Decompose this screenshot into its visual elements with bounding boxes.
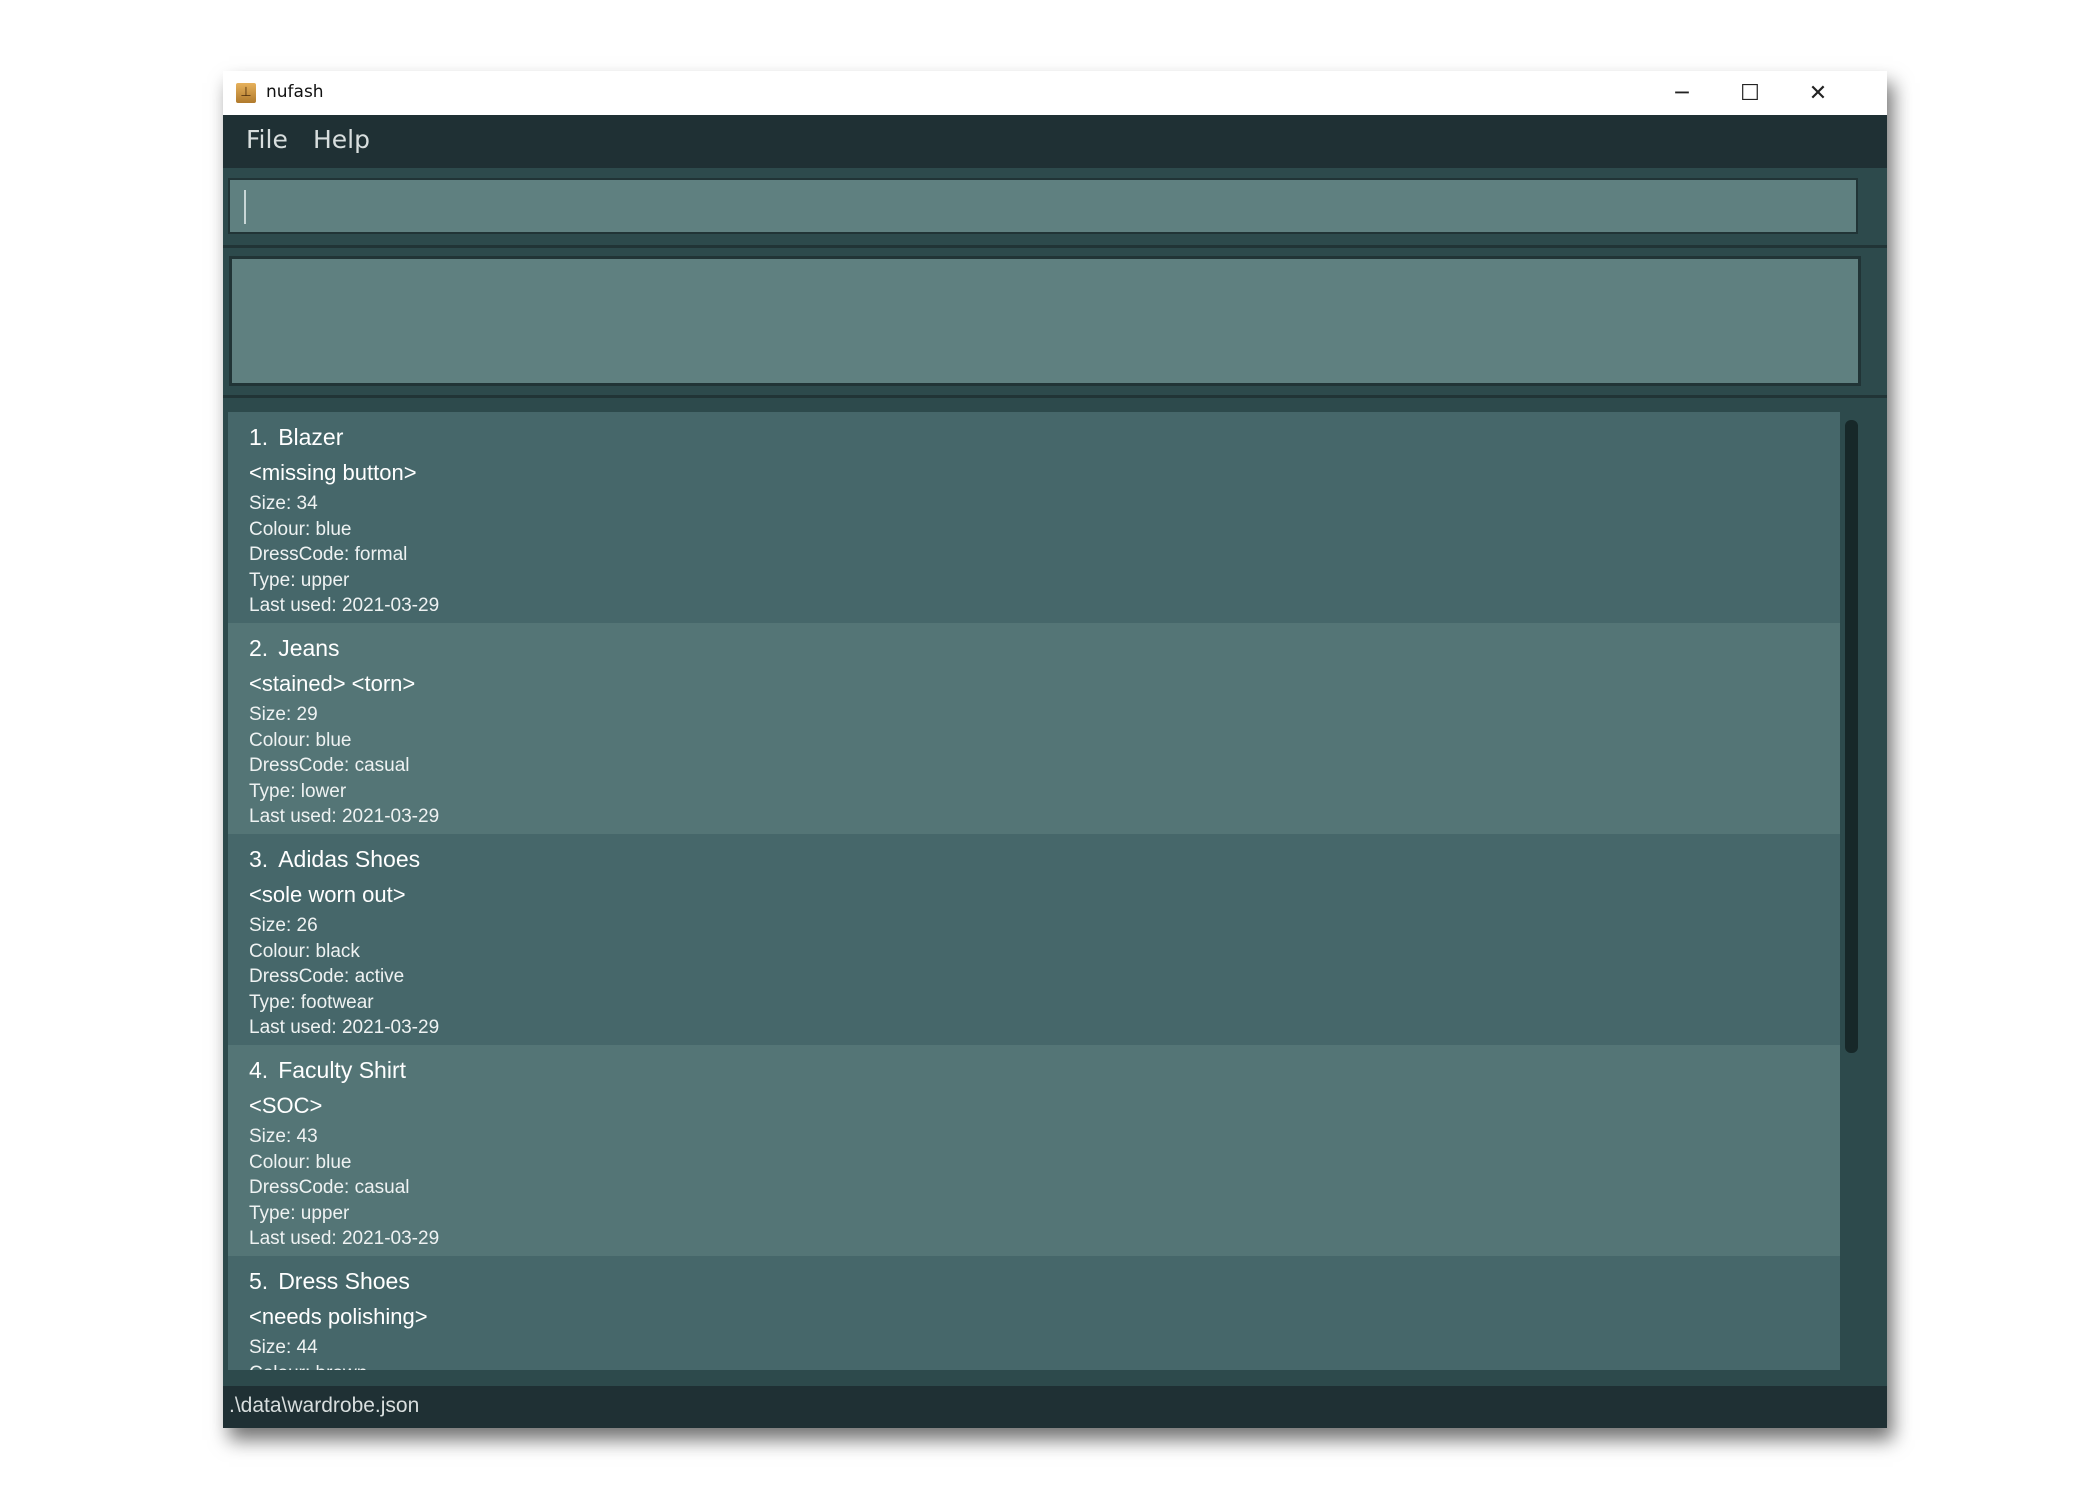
garment-index: 3. [249, 846, 269, 872]
garment-name: Blazer [278, 424, 344, 450]
garment-details: Size: 29 Colour: blue DressCode: casual Typ… [249, 702, 439, 830]
garment-detail: DressCode: casual [249, 1177, 410, 1199]
command-section [223, 168, 1887, 248]
garment-detail: Last used: 2021-03-29 [249, 595, 440, 617]
app-window: ⊥ nufash ─ ☐ ✕ File Help 1. Blazer <missin… [223, 71, 1887, 1428]
result-display [229, 256, 1861, 386]
garment-tag: <missing button> [249, 460, 417, 485]
garment-detail: DressCode: active [249, 966, 405, 988]
garment-tag: <needs polishing> [249, 1304, 428, 1329]
garment-detail: Colour: blue [249, 1151, 352, 1173]
scrollbar[interactable] [1840, 412, 1862, 1370]
garment-detail: Last used: 2021-03-29 [249, 806, 440, 828]
garment-details: Size: 34 Colour: blue DressCode: formal Typ… [249, 491, 439, 619]
menu-bar: File Help [223, 115, 1887, 168]
garment-name: Adidas Shoes [278, 846, 421, 872]
maximize-button[interactable]: ☐ [1716, 71, 1784, 115]
garment-tag: <sole worn out> [249, 882, 406, 907]
garment-detail: Colour: blue [249, 729, 352, 751]
garment-tags: <sole worn out> [249, 882, 412, 908]
garment-detail: DressCode: casual [249, 755, 410, 777]
garment-detail: Type: upper [249, 1202, 350, 1224]
garment-detail: Colour: brown [249, 1361, 367, 1370]
menu-help[interactable]: Help [313, 125, 370, 154]
garment-index: 2. [249, 635, 269, 661]
close-button[interactable]: ✕ [1784, 71, 1852, 115]
garment-card[interactable]: 4. Faculty Shirt <SOC> Size: 43 Colour: blue… [228, 1045, 1840, 1256]
minimize-button[interactable]: ─ [1648, 71, 1716, 115]
window-title: nufash [266, 82, 324, 102]
command-input[interactable] [228, 178, 1858, 234]
garment-detail: Size: 29 [249, 704, 318, 725]
menu-file[interactable]: File [246, 125, 288, 154]
garment-card[interactable]: 5. Dress Shoes <needs polishing> Size: 44 Co… [228, 1256, 1840, 1370]
garment-details: Size: 44 Colour: brown [249, 1335, 367, 1370]
garment-title: 2. Jeans [249, 635, 340, 662]
garment-tags: <SOC> [249, 1093, 328, 1119]
title-bar: ⊥ nufash ─ ☐ ✕ [223, 71, 1887, 116]
garment-detail: Size: 44 [249, 1337, 318, 1358]
garment-detail: DressCode: formal [249, 544, 408, 566]
text-caret [244, 190, 246, 224]
garment-tags: <missing button> [249, 460, 423, 486]
garment-detail: Colour: black [249, 940, 360, 962]
garment-list: 1. Blazer <missing button> Size: 34 Colour: … [228, 412, 1840, 1370]
garment-tags: <stained> <torn> [249, 671, 421, 697]
garment-title: 4. Faculty Shirt [249, 1057, 406, 1084]
garment-title: 3. Adidas Shoes [249, 846, 420, 873]
app-icon: ⊥ [236, 83, 256, 103]
garment-detail: Last used: 2021-03-29 [249, 1017, 440, 1039]
garment-details: Size: 26 Colour: black DressCode: active Ty… [249, 913, 439, 1041]
divider [223, 395, 1887, 398]
garment-detail: Size: 34 [249, 493, 318, 514]
garment-detail: Size: 43 [249, 1126, 318, 1147]
garment-detail: Type: footwear [249, 991, 374, 1013]
garment-index: 5. [249, 1268, 269, 1294]
garment-detail: Type: upper [249, 569, 350, 591]
garment-name: Jeans [278, 635, 340, 661]
file-path: .\data\wardrobe.json [229, 1394, 420, 1417]
status-bar: .\data\wardrobe.json [223, 1386, 1887, 1428]
garment-detail: Size: 26 [249, 915, 318, 936]
garment-details: Size: 43 Colour: blue DressCode: casual Typ… [249, 1124, 439, 1252]
garment-tag: <torn> [351, 671, 416, 696]
garment-title: 1. Blazer [249, 424, 343, 451]
scrollbar-thumb[interactable] [1845, 420, 1858, 1053]
garment-card[interactable]: 1. Blazer <missing button> Size: 34 Colour: … [228, 412, 1840, 623]
garment-name: Dress Shoes [278, 1268, 410, 1294]
garment-tag: <SOC> [249, 1093, 323, 1118]
garment-detail: Type: lower [249, 780, 347, 802]
garment-index: 4. [249, 1057, 269, 1083]
garment-detail: Colour: blue [249, 518, 352, 540]
garment-tags: <needs polishing> [249, 1304, 434, 1330]
garment-detail: Last used: 2021-03-29 [249, 1228, 440, 1250]
garment-index: 1. [249, 424, 269, 450]
garment-name: Faculty Shirt [278, 1057, 407, 1083]
garment-card[interactable]: 3. Adidas Shoes <sole worn out> Size: 26 Col… [228, 834, 1840, 1045]
garment-card[interactable]: 2. Jeans <stained> <torn> Size: 29 Colour: bl… [228, 623, 1840, 834]
garment-title: 5. Dress Shoes [249, 1268, 410, 1295]
garment-tag: <stained> [249, 671, 346, 696]
